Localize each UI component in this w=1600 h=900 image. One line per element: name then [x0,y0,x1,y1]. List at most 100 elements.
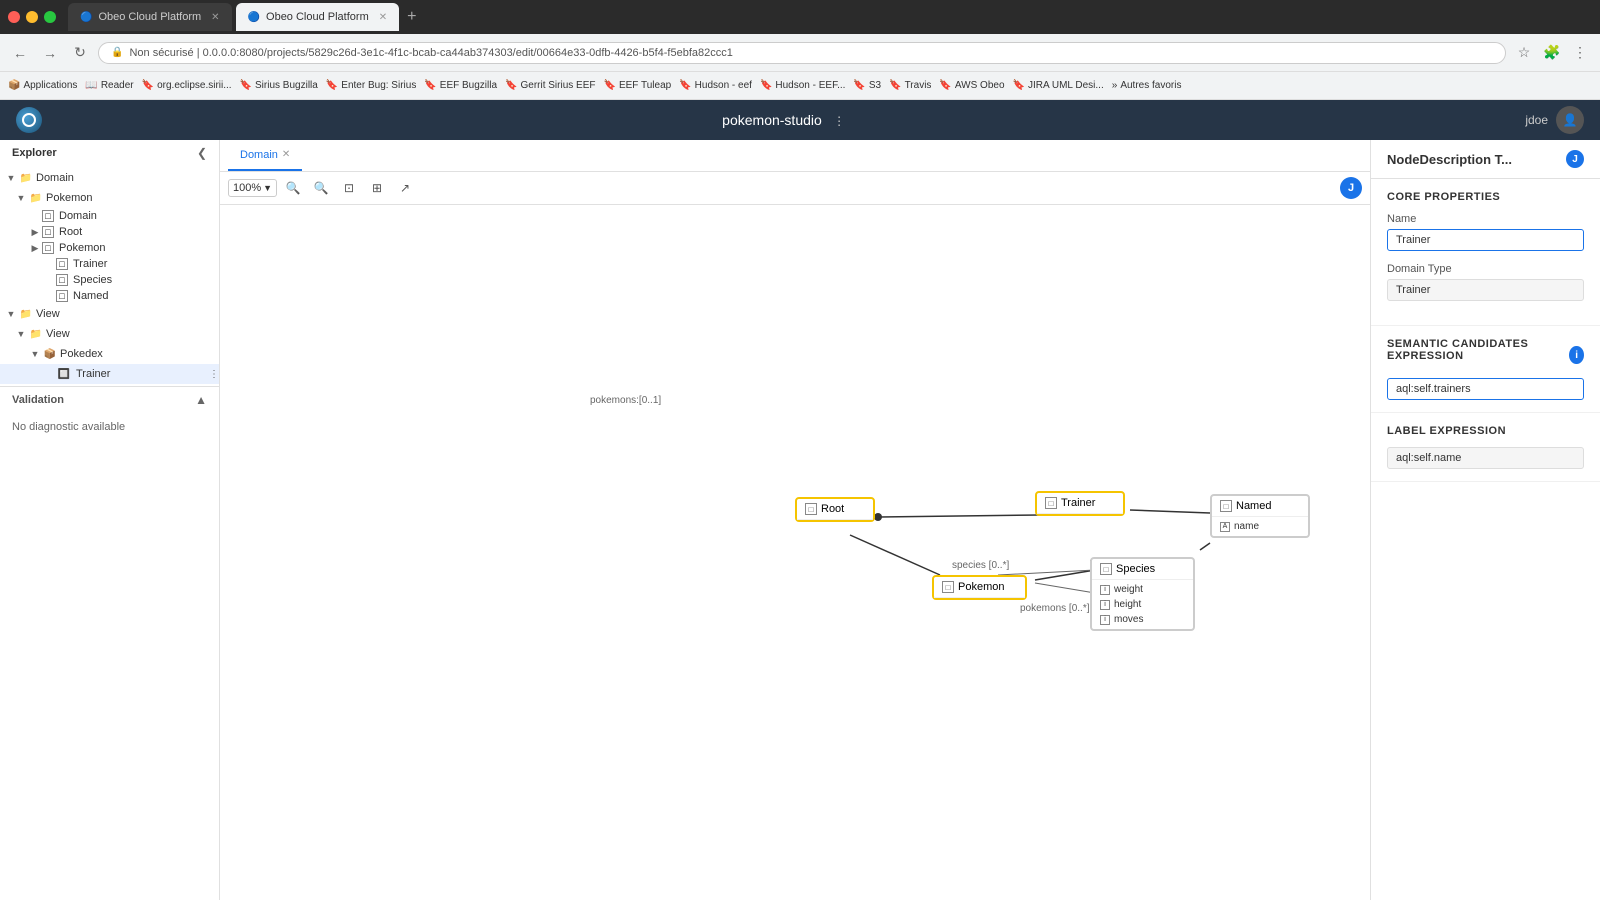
explorer-header[interactable]: Explorer ❮ [0,140,219,166]
bookmark-gerrit[interactable]: 🔖 Gerrit Sirius EEF [505,80,595,91]
folder-icon-view-group: 📁 [18,306,34,322]
explorer-collapse-icon[interactable]: ❮ [197,146,207,160]
name-field-group: Name [1387,213,1584,251]
bookmark-autres[interactable]: » Autres favoris [1112,80,1182,91]
tab2-close[interactable]: ✕ [379,12,387,23]
bookmark-jira[interactable]: 🔖 JIRA UML Desi... [1013,80,1104,91]
tree-item-view-item[interactable]: ▼ 📁 View ⋮ [0,324,219,344]
app-header-actions: jdoe 👤 [1525,106,1584,134]
reload-btn[interactable]: ↻ [68,41,92,65]
pokemons-label: pokemons [0..*] [1020,603,1089,614]
bookmark-hudson1[interactable]: 🔖 Hudson - eef [679,80,752,91]
name-field-input[interactable] [1387,229,1584,251]
bookmark-aws[interactable]: 🔖 AWS Obeo [939,80,1004,91]
back-btn[interactable]: ← [8,41,32,65]
explorer-title: Explorer [12,147,57,159]
node-pokemon-header: □ Pokemon [934,577,1025,598]
nav-actions: ☆ 🧩 ⋮ [1512,41,1592,65]
bookmark-btn[interactable]: ☆ [1512,41,1536,65]
node-root[interactable]: □ Root [795,497,875,522]
semantic-expression-input[interactable] [1387,378,1584,400]
zoom-select[interactable]: 100% ▼ [228,179,277,197]
validation-section: Validation ▲ No diagnostic available [0,387,219,441]
details-panel: NodeDescription T... J Core Properties N… [1370,140,1600,900]
canvas-svg [220,205,1370,900]
bookmark-tuleap[interactable]: 🔖 EEF Tuleap [604,80,672,91]
node-trainer[interactable]: □ Trainer [1035,491,1125,516]
editor-canvas[interactable]: pokemons:[0..1] □ Root □ Trainer [220,205,1370,900]
bookmark-hudson2[interactable]: 🔖 Hudson - EEF... [760,80,845,91]
validation-toggle-icon[interactable]: ▲ [195,393,207,407]
domain-type-label: Domain Type [1387,263,1584,275]
close-window-btn[interactable] [8,11,20,23]
node-named[interactable]: □ Named A name [1210,494,1310,538]
forward-btn[interactable]: → [38,41,62,65]
app-menu-icon[interactable]: ⋮ [833,114,845,128]
tree-actions-trainer-leaf[interactable]: ⋮ [209,369,219,380]
app: pokemon-studio ⋮ jdoe 👤 Explorer ❮ ▼ [0,100,1600,900]
tree-item-trainer-leaf[interactable]: ▶ 🔲 Trainer ⋮ [0,364,219,384]
tab-close-icon[interactable]: ✕ [282,149,290,160]
editor-tabs: Domain ✕ [220,140,1370,172]
url-bar[interactable]: 🔒 Non sécurisé | 0.0.0.0:8080/projects/5… [98,42,1506,64]
bookmark-travis[interactable]: 🔖 Travis [889,80,931,91]
box-icon-species-sub: □ [56,274,68,286]
node-trainer-icon: □ [1045,497,1057,509]
settings-btn[interactable]: ⋮ [1568,41,1592,65]
bookmark-reader[interactable]: 📖 Reader [85,80,133,91]
tab2-title: Obeo Cloud Platform [266,11,369,23]
browser-nav-bar: ← → ↻ 🔒 Non sécurisé | 0.0.0.0:8080/proj… [0,34,1600,72]
tab1-close[interactable]: ✕ [211,12,219,23]
core-properties-section: Core Properties Name Domain Type Trainer [1371,179,1600,326]
window-controls [8,11,56,23]
label-expression-title: Label Expression [1387,425,1584,437]
single-icon-trainer-leaf: 🔲 [56,366,72,382]
tree-item-root[interactable]: ▶ □ Root ⋮ [0,224,219,240]
node-species-field-moves: i moves [1100,612,1185,627]
minimize-window-btn[interactable] [26,11,38,23]
user-avatar[interactable]: 👤 [1556,106,1584,134]
browser-tab-1[interactable]: 🔵 Obeo Cloud Platform ✕ [68,3,232,31]
editor-tab-domain[interactable]: Domain ✕ [228,140,302,171]
maximize-window-btn[interactable] [44,11,56,23]
tree-item-view-group[interactable]: ▼ 📁 View ⋮ [0,304,219,324]
bookmark-bug[interactable]: 🔖 Enter Bug: Sirius [326,80,417,91]
tab1-favicon: 🔵 [80,12,92,23]
zoom-in-btn[interactable]: 🔍 [309,176,333,200]
tree-item-domain2[interactable]: ▶ □ Domain ⋮ [0,208,219,224]
semantic-info-badge[interactable]: i [1569,346,1584,364]
bookmark-apps[interactable]: 📦 Applications [8,80,77,91]
name-field-label: Name [1387,213,1584,225]
bookmark-s3[interactable]: 🔖 S3 [853,80,881,91]
validation-header[interactable]: Validation ▲ [0,387,219,413]
j-badge: J [1340,177,1362,199]
node-pokemon[interactable]: □ Pokemon [932,575,1027,600]
bookmark-sirius[interactable]: 🔖 org.eclipse.sirii... [142,80,232,91]
share-btn[interactable]: ↗ [393,176,417,200]
tree-arrow-domain: ▼ [4,173,18,183]
bookmark-sirius-bz[interactable]: 🔖 Sirius Bugzilla [240,80,318,91]
node-trainer-header: □ Trainer [1037,493,1123,514]
details-title: NodeDescription T... [1387,152,1512,167]
node-species[interactable]: □ Species i weight i height i [1090,557,1195,631]
bookmark-eef-bz[interactable]: 🔖 EEF Bugzilla [424,80,497,91]
tree-arrow-pokemon-item: ▶ [28,243,42,254]
tree-item-domain[interactable]: ▼ 📁 Domain ⋮ [0,168,219,188]
tree-item-species-sub[interactable]: ▶ □ Species ⋮ [0,272,219,288]
extensions-btn[interactable]: 🧩 [1540,41,1564,65]
browser-tab-2[interactable]: 🔵 Obeo Cloud Platform ✕ [236,3,400,31]
tree-item-pokedex[interactable]: ▼ 📦 Pokedex ⋮ [0,344,219,364]
tree-item-named[interactable]: ▶ □ Named ⋮ [0,288,219,304]
arrange-btn[interactable]: ⊞ [365,176,389,200]
tree-item-pokemon-item[interactable]: ▶ □ Pokemon ⋮ [0,240,219,256]
new-tab-btn[interactable]: + [407,8,416,26]
box-icon-pokemon: □ [42,242,54,254]
zoom-out-btn[interactable]: 🔍 [281,176,305,200]
multi-icon-pokedex: 📦 [42,346,58,362]
tree-item-pokemon-group[interactable]: ▼ 📁 Pokemon ⋮ [0,188,219,208]
fit-btn[interactable]: ⊡ [337,176,361,200]
tree-arrow-view-item: ▼ [14,329,28,339]
tree-item-trainer-sub[interactable]: ▶ □ Trainer ⋮ [0,256,219,272]
app-title-area: pokemon-studio ⋮ [54,112,1513,128]
canvas-label: pokemons:[0..1] [590,395,661,406]
